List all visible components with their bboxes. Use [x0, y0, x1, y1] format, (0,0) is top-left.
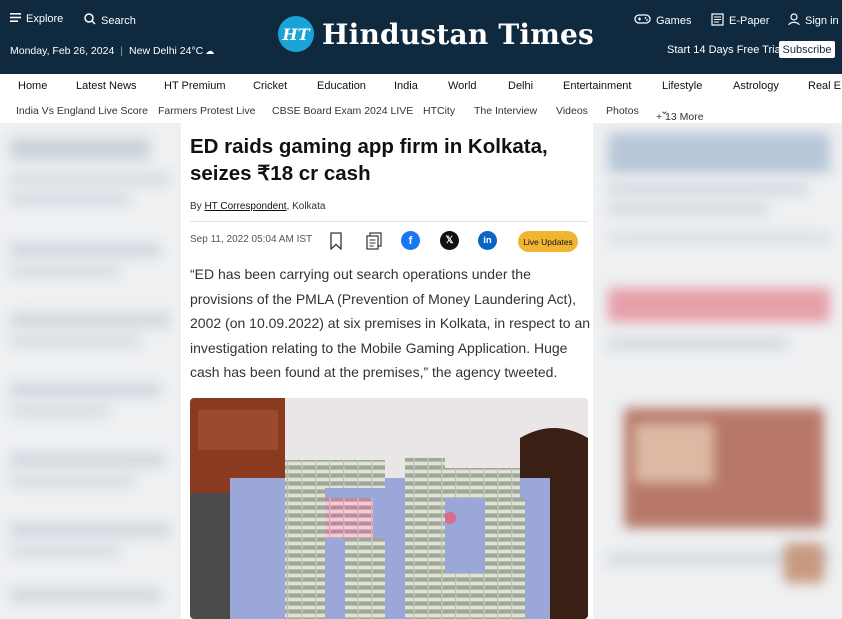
signin-label: Sign in	[805, 15, 839, 27]
explore-button[interactable]: Explore	[10, 13, 63, 25]
trending-link[interactable]: India Vs England Live Score	[16, 105, 148, 117]
free-trial-link[interactable]: Start 14 Days Free Trial	[667, 44, 783, 56]
trending-link[interactable]: Videos	[556, 105, 588, 117]
secondary-nav: India Vs England Live Score Farmers Prot…	[0, 99, 842, 124]
more-links-label: + 13 More	[656, 111, 704, 123]
separator: |	[120, 45, 124, 57]
subscribe-button[interactable]: Subscribe	[779, 41, 835, 58]
divider	[190, 221, 588, 222]
author-link[interactable]: HT Correspondent	[204, 201, 286, 212]
article-container: ED raids gaming app firm in Kolkata, sei…	[181, 123, 593, 619]
linkedin-icon[interactable]: in	[478, 231, 497, 250]
signin-link[interactable]: Sign in	[788, 13, 839, 29]
logo-badge: HT	[278, 16, 314, 52]
trending-link[interactable]: Farmers Protest Live	[158, 105, 255, 117]
search-icon	[84, 13, 96, 28]
header-date: Monday, Feb 26, 2024	[10, 45, 115, 57]
nav-item-home[interactable]: Home	[18, 80, 47, 92]
right-sidebar-blurred	[594, 123, 842, 619]
facebook-icon[interactable]: f	[401, 231, 420, 250]
trending-link[interactable]: The Interview	[474, 105, 537, 117]
trending-link[interactable]: HTCity	[423, 105, 455, 117]
games-link[interactable]: Games	[634, 13, 691, 28]
article-timestamp: Sep 11, 2022 05:04 AM IST	[190, 234, 313, 245]
header-weather: New Delhi 24°C	[129, 45, 204, 57]
nav-item-ht-premium[interactable]: HT Premium	[164, 80, 226, 92]
logo-text: Hindustan Times	[322, 17, 595, 51]
cash-pile-image	[190, 398, 588, 619]
nav-item-lifestyle[interactable]: Lifestyle	[662, 80, 702, 92]
more-links-button[interactable]: + 13 More ⌄	[656, 105, 704, 123]
epaper-label: E-Paper	[729, 15, 770, 27]
left-sidebar-blurred	[0, 123, 180, 619]
nav-item-entertainment[interactable]: Entertainment	[563, 80, 631, 92]
nav-item-astrology[interactable]: Astrology	[733, 80, 779, 92]
article-body-paragraph: “ED has been carrying out search operati…	[190, 266, 591, 380]
copy-icon[interactable]	[364, 230, 384, 252]
live-updates-badge[interactable]: Live Updates	[518, 231, 578, 252]
nav-item-real-estate[interactable]: Real E	[808, 80, 841, 92]
weather-icon: ☁	[205, 45, 215, 56]
nav-item-cricket[interactable]: Cricket	[253, 80, 287, 92]
nav-item-delhi[interactable]: Delhi	[508, 80, 533, 92]
date-weather: Monday, Feb 26, 2024 | New Delhi 24°C ☁	[10, 45, 214, 57]
site-logo[interactable]: HT Hindustan Times	[278, 16, 594, 52]
free-trial-label: Start 14 Days Free Trial	[667, 44, 784, 56]
epaper-link[interactable]: E-Paper	[711, 13, 769, 29]
trending-link[interactable]: CBSE Board Exam 2024 LIVE	[272, 105, 413, 117]
menu-icon	[10, 13, 21, 25]
site-header: Explore Search Monday, Feb 26, 2024 | Ne…	[0, 0, 842, 74]
primary-nav: Home Latest News HT Premium Cricket Educ…	[0, 74, 842, 100]
games-label: Games	[656, 14, 692, 27]
article-byline: By HT Correspondent, Kolkata	[190, 201, 325, 212]
nav-item-education[interactable]: Education	[317, 80, 366, 92]
byline-location: , Kolkata	[286, 201, 326, 212]
search-label: Search	[101, 14, 136, 27]
nav-item-india[interactable]: India	[394, 80, 418, 92]
bookmark-icon[interactable]	[328, 230, 344, 252]
article-photo[interactable]	[190, 398, 588, 619]
user-icon	[788, 13, 800, 29]
nav-item-world[interactable]: World	[448, 80, 477, 92]
search-button[interactable]: Search	[84, 13, 136, 28]
trending-link[interactable]: Photos	[606, 105, 639, 117]
gamepad-icon	[634, 13, 651, 28]
explore-label: Explore	[26, 13, 64, 25]
byline-prefix: By	[190, 201, 202, 212]
article-headline: ED raids gaming app firm in Kolkata, sei…	[190, 135, 548, 185]
newspaper-icon	[711, 13, 724, 29]
x-icon[interactable]: 𝕏	[440, 231, 459, 250]
nav-item-latest-news[interactable]: Latest News	[76, 80, 137, 92]
